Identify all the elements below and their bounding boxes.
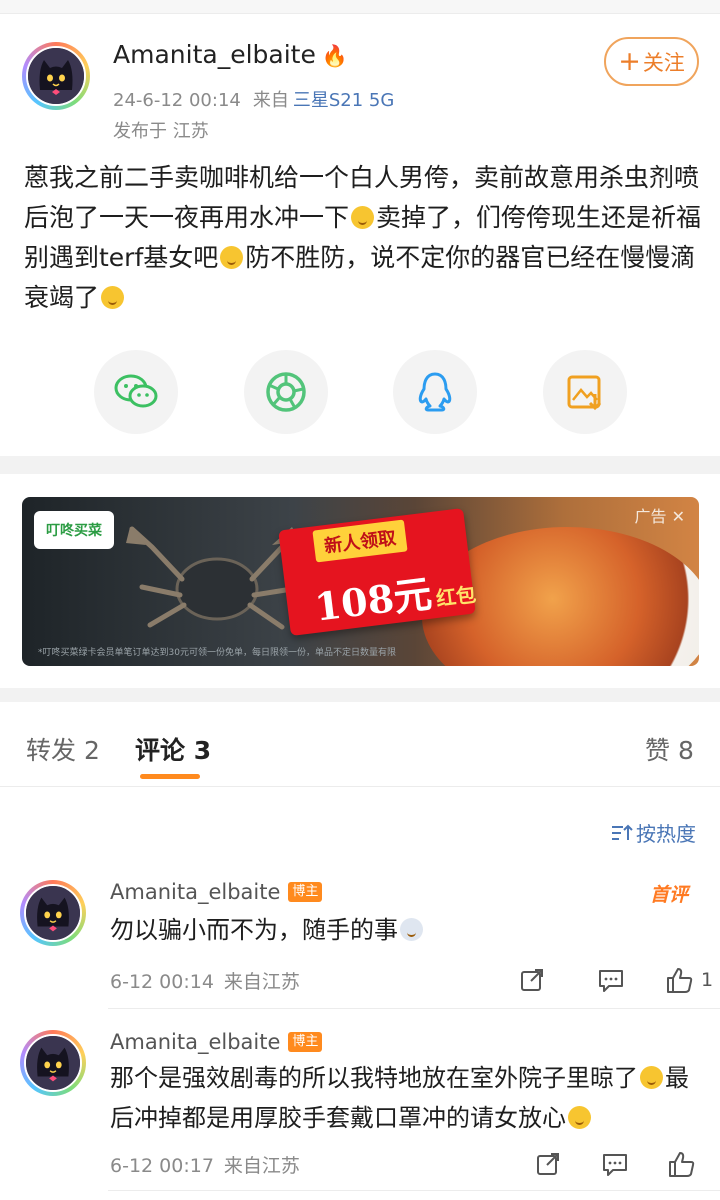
comment-meta: 6-12 00:14 来自江苏 xyxy=(110,971,300,993)
comment-avatar[interactable] xyxy=(20,880,86,946)
author-badge: 博主 xyxy=(288,1032,323,1052)
shush-emoji-icon xyxy=(640,1066,663,1089)
smirk-emoji-icon xyxy=(101,286,125,309)
comment-username[interactable]: Amanita_elbaite 博主 xyxy=(110,880,323,904)
tab-repost[interactable]: 转发 2 xyxy=(26,731,100,767)
post-time: 24-6-12 00:14 xyxy=(113,90,241,111)
section-separator xyxy=(0,688,720,702)
post-from-label: 来自 xyxy=(252,90,289,111)
comment-meta: 6-12 00:17 来自江苏 xyxy=(110,1155,300,1177)
qq-icon xyxy=(418,372,452,412)
ad-banner[interactable]: 叮咚买菜 新人领取 108元红包 广告 ✕ *叮咚买菜绿卡会员单笔订单达到30元… xyxy=(22,497,699,666)
save-image-button[interactable] xyxy=(543,350,627,434)
share-moments-button[interactable] xyxy=(244,350,328,434)
surprised-emoji-icon xyxy=(351,206,375,229)
sort-icon xyxy=(612,824,633,840)
tabs-divider xyxy=(0,786,720,787)
post-device-link[interactable]: 三星S21 5G xyxy=(293,90,394,111)
tab-comments[interactable]: 评论 3 xyxy=(135,731,211,767)
post-meta: 24-6-12 00:14 来自 三星S21 5G xyxy=(113,86,394,112)
moments-icon xyxy=(266,372,306,412)
tab-likes[interactable]: 赞 8 xyxy=(645,731,694,767)
ad-label[interactable]: 广告 ✕ xyxy=(634,503,685,527)
fire-icon: 🔥 xyxy=(321,44,348,68)
first-review-badge: 首评 xyxy=(650,884,689,906)
share-icon[interactable] xyxy=(535,1151,561,1177)
comment-actions xyxy=(535,1150,695,1178)
cat-avatar-icon xyxy=(24,884,82,942)
share-icon[interactable] xyxy=(519,967,545,993)
comment-text: 那个是强效剧毒的所以我特地放在室外院子里晾了 最后冲掉都是用厚胶手套戴口罩冲的请女… xyxy=(110,1064,689,1132)
share-qq-button[interactable] xyxy=(393,350,477,434)
share-wechat-button[interactable] xyxy=(94,350,178,434)
comment-text: 勿以骗小而不为，随手的事 xyxy=(110,910,700,950)
close-icon[interactable]: ✕ xyxy=(672,507,685,526)
post-author-name[interactable]: Amanita_elbaite 🔥 xyxy=(113,40,348,69)
relieved-emoji-icon xyxy=(568,1106,591,1129)
sort-by-hot-button[interactable]: 按热度 xyxy=(610,818,696,847)
post-location: 发布于 江苏 xyxy=(113,121,209,142)
active-tab-indicator xyxy=(140,774,200,779)
comment-divider xyxy=(108,1008,720,1009)
post-text: 蒽我之前二手卖咖啡机给一个白人男侉，卖前故意用杀虫剂喷后泡了一天一夜再用水冲一下… xyxy=(24,163,702,312)
thinking-emoji-icon xyxy=(220,246,244,269)
ad-fine-print: *叮咚买菜绿卡会员单笔订单达到30元可领一份免单，每日限领一份，单品不定日数量有… xyxy=(38,648,396,658)
comment-actions: 1 xyxy=(519,966,713,994)
cat-avatar-icon xyxy=(26,46,86,106)
shocked-emoji-icon xyxy=(400,918,423,941)
like-count: 1 xyxy=(701,969,714,991)
reply-icon[interactable] xyxy=(601,1151,629,1177)
ad-brand-logo: 叮咚买菜 xyxy=(34,511,114,549)
like-icon[interactable] xyxy=(665,966,693,994)
plus-icon: + xyxy=(618,46,641,77)
save-image-icon xyxy=(567,375,602,411)
follow-button-label: 关注 xyxy=(642,50,685,75)
comment-avatar[interactable] xyxy=(20,1030,86,1096)
like-icon[interactable] xyxy=(667,1150,695,1178)
comment-divider xyxy=(108,1190,720,1191)
cat-avatar-icon xyxy=(24,1034,82,1092)
wechat-icon xyxy=(114,374,158,408)
author-badge: 博主 xyxy=(288,882,323,902)
follow-button[interactable]: + 关注 xyxy=(604,37,699,86)
top-divider xyxy=(0,0,720,14)
post-author-avatar[interactable] xyxy=(22,42,90,110)
comment-username[interactable]: Amanita_elbaite 博主 xyxy=(110,1030,323,1054)
reply-icon[interactable] xyxy=(597,967,625,993)
section-separator xyxy=(0,456,720,474)
